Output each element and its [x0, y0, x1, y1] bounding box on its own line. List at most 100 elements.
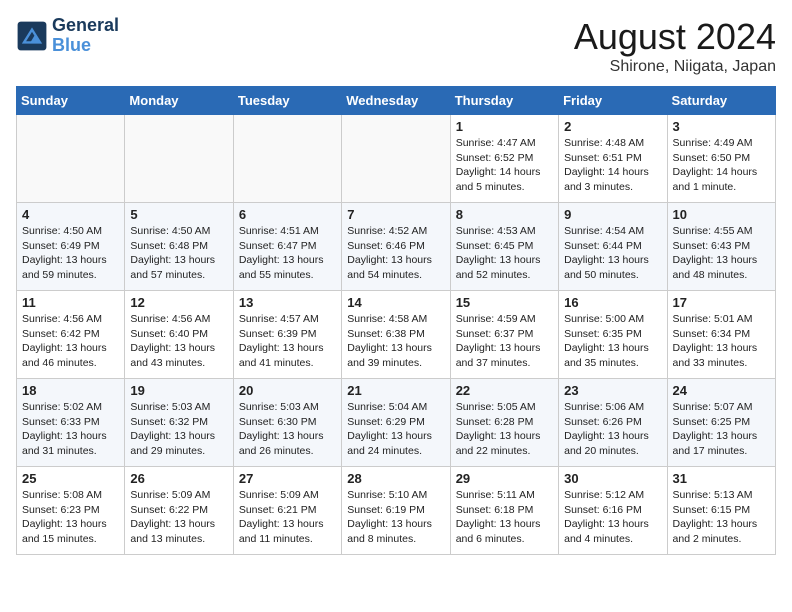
day-number: 22: [456, 383, 553, 398]
day-number: 25: [22, 471, 119, 486]
calendar-cell: 19 Sunrise: 5:03 AM Sunset: 6:32 PM Dayli…: [125, 379, 233, 467]
day-info: Sunrise: 5:03 AM Sunset: 6:32 PM Dayligh…: [130, 400, 227, 459]
calendar-cell: 25 Sunrise: 5:08 AM Sunset: 6:23 PM Dayli…: [17, 467, 125, 555]
calendar-cell: 2 Sunrise: 4:48 AM Sunset: 6:51 PM Daylig…: [559, 115, 667, 203]
logo-line2: Blue: [52, 36, 119, 56]
weekday-header-monday: Monday: [125, 87, 233, 115]
title-block: August 2024 Shirone, Niigata, Japan: [574, 16, 776, 76]
calendar-cell: 31Sunrise: 5:13 AM Sunset: 6:15 PM Dayli…: [667, 467, 775, 555]
day-number: 3: [673, 119, 770, 134]
day-info: Sunrise: 4:55 AM Sunset: 6:43 PM Dayligh…: [673, 224, 770, 283]
calendar-cell: [233, 115, 341, 203]
day-info: Sunrise: 5:11 AM Sunset: 6:18 PM Dayligh…: [456, 488, 553, 547]
day-info: Sunrise: 4:57 AM Sunset: 6:39 PM Dayligh…: [239, 312, 336, 371]
day-info: Sunrise: 5:08 AM Sunset: 6:23 PM Dayligh…: [22, 488, 119, 547]
calendar-cell: 5 Sunrise: 4:50 AM Sunset: 6:48 PM Daylig…: [125, 203, 233, 291]
day-number: 5: [130, 207, 227, 222]
logo-line1: General: [52, 16, 119, 36]
weekday-header-friday: Friday: [559, 87, 667, 115]
day-info: Sunrise: 4:48 AM Sunset: 6:51 PM Dayligh…: [564, 136, 661, 195]
day-info: Sunrise: 5:02 AM Sunset: 6:33 PM Dayligh…: [22, 400, 119, 459]
weekday-header-sunday: Sunday: [17, 87, 125, 115]
day-number: 4: [22, 207, 119, 222]
calendar-cell: 30 Sunrise: 5:12 AM Sunset: 6:16 PM Dayli…: [559, 467, 667, 555]
day-info: Sunrise: 5:01 AM Sunset: 6:34 PM Dayligh…: [673, 312, 770, 371]
calendar-cell: 4 Sunrise: 4:50 AM Sunset: 6:49 PM Daylig…: [17, 203, 125, 291]
month-title: August 2024: [574, 16, 776, 58]
calendar-cell: [17, 115, 125, 203]
calendar-cell: 10 Sunrise: 4:55 AM Sunset: 6:43 PM Dayli…: [667, 203, 775, 291]
day-number: 8: [456, 207, 553, 222]
calendar-cell: 28Sunrise: 5:10 AM Sunset: 6:19 PM Dayli…: [342, 467, 450, 555]
calendar-cell: 9Sunrise: 4:54 AM Sunset: 6:44 PM Daylig…: [559, 203, 667, 291]
calendar-cell: 1 Sunrise: 4:47 AM Sunset: 6:52 PM Daylig…: [450, 115, 558, 203]
calendar-cell: 18 Sunrise: 5:02 AM Sunset: 6:33 PM Dayli…: [17, 379, 125, 467]
calendar-cell: 7 Sunrise: 4:52 AM Sunset: 6:46 PM Daylig…: [342, 203, 450, 291]
day-number: 7: [347, 207, 444, 222]
calendar-cell: 17 Sunrise: 5:01 AM Sunset: 6:34 PM Dayli…: [667, 291, 775, 379]
calendar-cell: 13 Sunrise: 4:57 AM Sunset: 6:39 PM Dayli…: [233, 291, 341, 379]
day-info: Sunrise: 4:59 AM Sunset: 6:37 PM Dayligh…: [456, 312, 553, 371]
day-number: 24: [673, 383, 770, 398]
day-info: Sunrise: 4:51 AM Sunset: 6:47 PM Dayligh…: [239, 224, 336, 283]
day-info: Sunrise: 4:50 AM Sunset: 6:49 PM Dayligh…: [22, 224, 119, 283]
calendar-week-4: 18 Sunrise: 5:02 AM Sunset: 6:33 PM Dayli…: [17, 379, 776, 467]
calendar-week-5: 25 Sunrise: 5:08 AM Sunset: 6:23 PM Dayli…: [17, 467, 776, 555]
calendar-cell: 6 Sunrise: 4:51 AM Sunset: 6:47 PM Daylig…: [233, 203, 341, 291]
day-info: Sunrise: 5:12 AM Sunset: 6:16 PM Dayligh…: [564, 488, 661, 547]
calendar-header: SundayMondayTuesdayWednesdayThursdayFrid…: [17, 87, 776, 115]
day-info: Sunrise: 5:07 AM Sunset: 6:25 PM Dayligh…: [673, 400, 770, 459]
day-info: Sunrise: 4:58 AM Sunset: 6:38 PM Dayligh…: [347, 312, 444, 371]
weekday-header-thursday: Thursday: [450, 87, 558, 115]
calendar-cell: [342, 115, 450, 203]
calendar-cell: 22Sunrise: 5:05 AM Sunset: 6:28 PM Dayli…: [450, 379, 558, 467]
day-number: 30: [564, 471, 661, 486]
page-header: General Blue August 2024 Shirone, Niigat…: [16, 16, 776, 76]
day-number: 11: [22, 295, 119, 310]
weekday-header-tuesday: Tuesday: [233, 87, 341, 115]
weekday-header-saturday: Saturday: [667, 87, 775, 115]
day-number: 26: [130, 471, 227, 486]
day-number: 18: [22, 383, 119, 398]
day-info: Sunrise: 4:47 AM Sunset: 6:52 PM Dayligh…: [456, 136, 553, 195]
calendar-week-1: 1 Sunrise: 4:47 AM Sunset: 6:52 PM Daylig…: [17, 115, 776, 203]
calendar-week-3: 11 Sunrise: 4:56 AM Sunset: 6:42 PM Dayli…: [17, 291, 776, 379]
day-number: 17: [673, 295, 770, 310]
calendar-cell: 23 Sunrise: 5:06 AM Sunset: 6:26 PM Dayli…: [559, 379, 667, 467]
day-info: Sunrise: 4:56 AM Sunset: 6:42 PM Dayligh…: [22, 312, 119, 371]
day-number: 12: [130, 295, 227, 310]
calendar-cell: 21 Sunrise: 5:04 AM Sunset: 6:29 PM Dayli…: [342, 379, 450, 467]
day-info: Sunrise: 4:56 AM Sunset: 6:40 PM Dayligh…: [130, 312, 227, 371]
weekday-header-wednesday: Wednesday: [342, 87, 450, 115]
day-number: 28: [347, 471, 444, 486]
calendar-cell: 20Sunrise: 5:03 AM Sunset: 6:30 PM Dayli…: [233, 379, 341, 467]
day-info: Sunrise: 5:03 AM Sunset: 6:30 PM Dayligh…: [239, 400, 336, 459]
day-info: Sunrise: 5:00 AM Sunset: 6:35 PM Dayligh…: [564, 312, 661, 371]
day-number: 10: [673, 207, 770, 222]
day-info: Sunrise: 4:52 AM Sunset: 6:46 PM Dayligh…: [347, 224, 444, 283]
calendar-cell: 27Sunrise: 5:09 AM Sunset: 6:21 PM Dayli…: [233, 467, 341, 555]
calendar-cell: 26Sunrise: 5:09 AM Sunset: 6:22 PM Dayli…: [125, 467, 233, 555]
day-info: Sunrise: 5:06 AM Sunset: 6:26 PM Dayligh…: [564, 400, 661, 459]
day-number: 13: [239, 295, 336, 310]
calendar-cell: 24 Sunrise: 5:07 AM Sunset: 6:25 PM Dayli…: [667, 379, 775, 467]
day-number: 2: [564, 119, 661, 134]
logo-icon: [16, 20, 48, 52]
calendar-cell: 12 Sunrise: 4:56 AM Sunset: 6:40 PM Dayli…: [125, 291, 233, 379]
day-info: Sunrise: 4:50 AM Sunset: 6:48 PM Dayligh…: [130, 224, 227, 283]
calendar-cell: 29 Sunrise: 5:11 AM Sunset: 6:18 PM Dayli…: [450, 467, 558, 555]
calendar-table: SundayMondayTuesdayWednesdayThursdayFrid…: [16, 86, 776, 555]
day-info: Sunrise: 5:04 AM Sunset: 6:29 PM Dayligh…: [347, 400, 444, 459]
day-number: 14: [347, 295, 444, 310]
day-number: 9: [564, 207, 661, 222]
day-number: 23: [564, 383, 661, 398]
logo: General Blue: [16, 16, 119, 56]
day-number: 21: [347, 383, 444, 398]
day-info: Sunrise: 4:53 AM Sunset: 6:45 PM Dayligh…: [456, 224, 553, 283]
location: Shirone, Niigata, Japan: [574, 58, 776, 76]
day-number: 1: [456, 119, 553, 134]
day-number: 19: [130, 383, 227, 398]
day-number: 6: [239, 207, 336, 222]
day-number: 29: [456, 471, 553, 486]
day-info: Sunrise: 5:09 AM Sunset: 6:21 PM Dayligh…: [239, 488, 336, 547]
